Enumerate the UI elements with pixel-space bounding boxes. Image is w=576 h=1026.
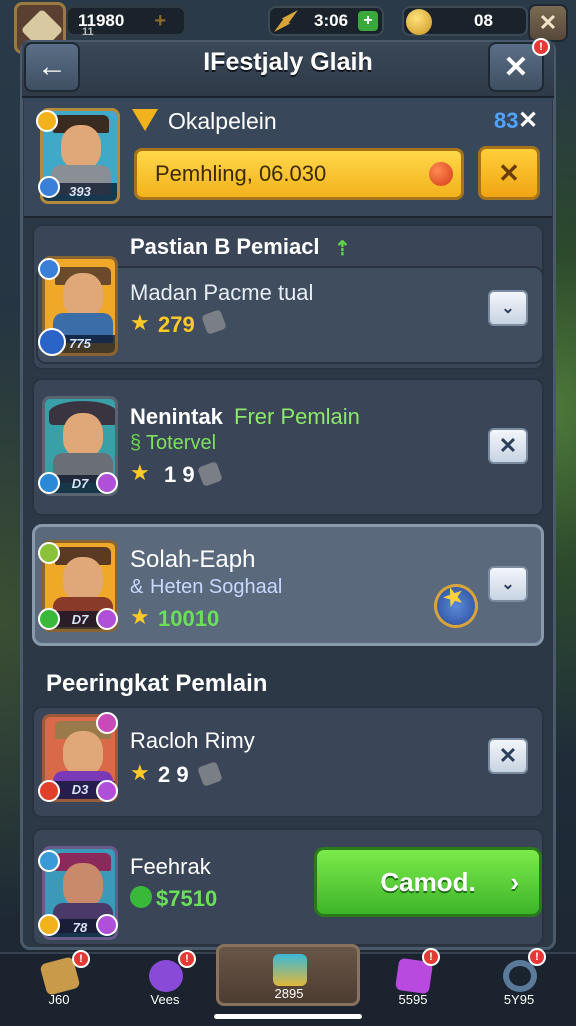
player-score: 1 9: [164, 462, 195, 487]
player-subtitle: Madan Pacme tual: [130, 280, 314, 305]
class-gem-icon: [38, 608, 60, 630]
class-gem-icon: [96, 780, 118, 802]
player-name: Feehrak: [130, 854, 211, 879]
player-name-suffix: Frer Pemlain: [234, 404, 360, 429]
rank-gem-icon: [38, 258, 60, 280]
search-input[interactable]: Pemhling, 06.030: [134, 148, 464, 200]
class-gem-icon: [38, 328, 66, 356]
class-gem-icon: [96, 914, 118, 936]
resource-value: 3:06: [314, 11, 349, 30]
rank-gem-icon: [38, 850, 60, 872]
leaf-icon: §: [130, 432, 142, 454]
rank-gem-icon: [38, 542, 60, 564]
notification-badge: !: [72, 950, 90, 968]
nav-label: 2895: [274, 986, 304, 1001]
player-score: 10010: [158, 606, 220, 631]
player-score: $7510: [156, 886, 218, 911]
resource-sub: 11: [82, 26, 94, 38]
class-gem-icon: [38, 176, 60, 198]
gem-green-icon: [130, 886, 152, 908]
nav-label: J60: [48, 992, 70, 1007]
cancel-button[interactable]: ✕: [478, 146, 540, 200]
class-gem-icon: [96, 608, 118, 630]
resource-pill-gold: 11980 11 +: [66, 6, 186, 38]
star-icon: ★: [130, 310, 150, 335]
chevron-right-icon: ›: [510, 866, 519, 897]
player-score: 2 9: [158, 762, 189, 787]
resource-value: 11980: [78, 11, 125, 30]
top-status-bar: 11980 11 + 3:06 + 08 ✕: [0, 0, 576, 54]
command-button-label: Camod.: [380, 866, 476, 897]
player-name: Racloh Rimy: [130, 728, 255, 753]
remove-button[interactable]: ✕: [488, 738, 528, 774]
nav-label: 5595: [398, 992, 428, 1007]
nav-label: 5Y95: [503, 992, 535, 1007]
player-subtitle: Totervel: [146, 432, 217, 454]
rank-gem-icon: [36, 110, 58, 132]
add-energy-button[interactable]: +: [358, 11, 378, 31]
class-gem-icon: [38, 914, 60, 936]
own-player-name: Okalpelein: [168, 108, 277, 134]
star-icon: ★: [130, 760, 150, 785]
player-name: Pastian B Pemiacl: [130, 234, 320, 259]
record-icon[interactable]: [429, 162, 453, 186]
player-name: Solah-Eaph: [130, 546, 256, 573]
resource-pill-energy: 3:06 +: [268, 6, 384, 36]
star-icon: ★: [130, 604, 150, 629]
notification-badge: !: [528, 948, 546, 966]
nav-item-chest[interactable]: 2895: [254, 946, 324, 1018]
home-indicator: [214, 1014, 362, 1019]
close-icon: ✕: [498, 743, 518, 768]
class-gem-icon: [38, 472, 60, 494]
chevron-down-icon: ⌄: [501, 300, 515, 317]
player-name: Nenintak: [130, 404, 223, 429]
resource-pill-coins: 08: [402, 6, 528, 36]
expand-button[interactable]: ⌄: [488, 290, 528, 326]
notification-badge: !: [422, 948, 440, 966]
chest-icon: [273, 954, 307, 986]
top-close-button[interactable]: ✕: [528, 4, 568, 42]
player-score: 279: [158, 312, 195, 337]
link-icon: &: [130, 576, 144, 598]
search-input-value: Pemhling, 06.030: [155, 161, 327, 186]
expand-button[interactable]: ⌄: [488, 566, 528, 602]
class-gem-icon: [96, 472, 118, 494]
notification-badge: !: [178, 950, 196, 968]
class-gem-icon: [38, 780, 60, 802]
command-button[interactable]: Camod. ›: [314, 847, 542, 917]
close-icon: ✕: [498, 433, 518, 458]
close-icon: ✕: [503, 50, 529, 84]
potion-icon: [149, 960, 183, 992]
plus-icon[interactable]: +: [154, 10, 166, 33]
arrow-up-icon: ⇡: [334, 238, 351, 260]
notification-badge: !: [532, 38, 550, 56]
nav-label: Vees: [150, 992, 180, 1007]
rank-gem-icon: [96, 712, 118, 734]
close-icon: ✕: [498, 157, 520, 188]
player-subtitle: Heten Soghaal: [150, 576, 283, 598]
star-icon: ★: [130, 460, 150, 485]
section-title: Peeringkat Pemlain: [46, 670, 268, 697]
chevron-down-icon: ⌄: [501, 576, 515, 593]
coin-icon: [406, 9, 432, 35]
remove-button[interactable]: ✕: [488, 428, 528, 464]
own-tag: 83: [494, 108, 519, 133]
own-close-icon[interactable]: ✕: [518, 106, 538, 135]
